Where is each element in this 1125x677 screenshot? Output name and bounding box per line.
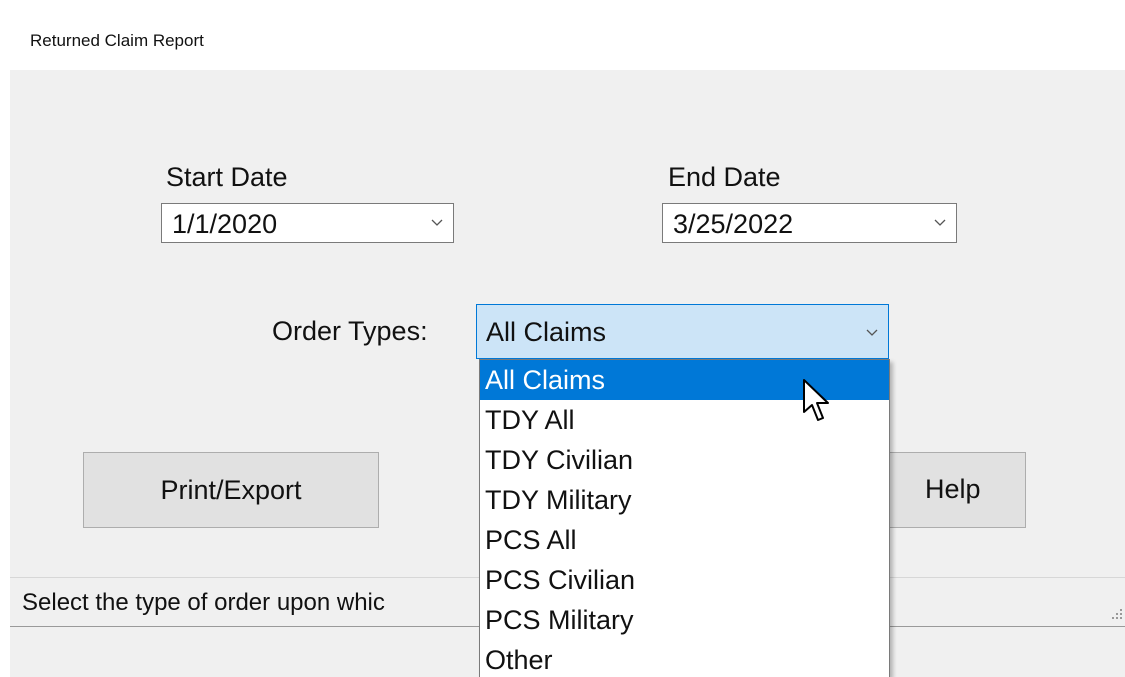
chevron-down-icon[interactable] <box>866 329 878 337</box>
option-tdy-civilian[interactable]: TDY Civilian <box>480 440 889 480</box>
end-date-value: 3/25/2022 <box>673 209 794 239</box>
order-types-combobox[interactable]: All Claims <box>476 304 889 359</box>
option-tdy-military[interactable]: TDY Military <box>480 480 889 520</box>
print-export-button[interactable]: Print/Export <box>83 452 379 528</box>
end-date-label: End Date <box>668 162 781 192</box>
start-date-label: Start Date <box>166 162 288 192</box>
order-types-value: All Claims <box>486 317 607 347</box>
option-pcs-civilian[interactable]: PCS Civilian <box>480 560 889 600</box>
option-other[interactable]: Other <box>480 640 889 677</box>
start-date-value: 1/1/2020 <box>172 209 278 239</box>
chevron-down-icon[interactable] <box>431 219 443 227</box>
option-pcs-all[interactable]: PCS All <box>480 520 889 560</box>
mouse-cursor-icon <box>803 379 829 421</box>
status-text: Select the type of order upon whic <box>22 589 385 616</box>
resize-grip-icon[interactable] <box>1111 608 1123 620</box>
window-titlebar: Returned Claim Report <box>0 0 1125 70</box>
start-date-picker[interactable]: 1/1/2020 <box>161 203 454 243</box>
option-pcs-military[interactable]: PCS Military <box>480 600 889 640</box>
order-types-label: Order Types: <box>272 316 428 346</box>
end-date-picker[interactable]: 3/25/2022 <box>662 203 957 243</box>
help-button-label: Help <box>925 474 981 504</box>
chevron-down-icon[interactable] <box>934 219 946 227</box>
window-title: Returned Claim Report <box>30 31 204 50</box>
